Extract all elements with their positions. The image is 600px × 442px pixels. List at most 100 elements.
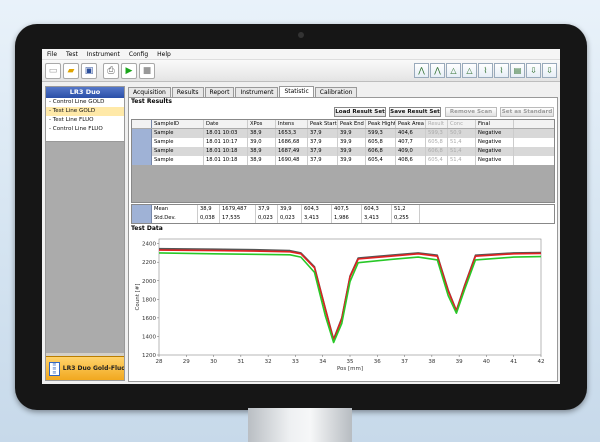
tool-button-7[interactable]: ▤ <box>510 63 525 78</box>
load-result-set-button[interactable]: Load Result Set <box>334 107 386 117</box>
test-data-title: Test Data <box>131 225 163 232</box>
stats-cell: 37,9 <box>256 205 278 214</box>
column-header: Conc <box>448 120 476 128</box>
document-tool-icon: ▤ <box>513 66 522 75</box>
set-as-standard-button[interactable]: Set as Standard <box>500 107 554 117</box>
x-tick-label: 33 <box>292 359 299 365</box>
tab-acquisition[interactable]: Acquisition <box>128 87 171 97</box>
table-cell: 407,7 <box>396 138 426 147</box>
menu-config[interactable]: Config <box>129 51 148 58</box>
stop-button[interactable]: ■ <box>139 62 155 79</box>
row-selector[interactable] <box>132 129 152 138</box>
column-header: Peak Area <box>396 120 426 128</box>
menu-bar: File Test Instrument Config Help <box>42 49 560 60</box>
statistics-table: Mean 38,9 1679,487 37,9 39,9 604,3 407,5 604,3 5… <box>131 204 555 224</box>
analysis-toolbar: ⋀ ⋀ △ △ ⌇ ⌇ ▤ ⇩ ⇩ <box>414 63 557 78</box>
stats-row: Std.Dev. 0,038 17,535 0,023 0,023 3,413 1,986 3… <box>132 214 554 223</box>
row-selector[interactable] <box>132 138 152 147</box>
tab-results[interactable]: Results <box>171 87 204 97</box>
toolbar: ▭ ▰ ▣ ⎙ ▶ ■ ⋀ ⋀ △ △ ⌇ ⌇ ▤ ⇩ ⇩ <box>42 60 560 82</box>
stats-cell: 51,2 <box>392 205 420 214</box>
y-tick-label: 2000 <box>142 279 156 285</box>
tab-calibration[interactable]: Calibration <box>314 87 358 97</box>
table-row[interactable]: Sample 18.01 10:17 39,0 1686,68 37,9 39,9 605,… <box>132 138 554 147</box>
stats-cell: 0,023 <box>278 214 302 223</box>
x-tick-label: 39 <box>456 359 463 365</box>
test-line-item[interactable]: - Test Line FLUO <box>46 116 124 125</box>
column-header: Peak End <box>338 120 366 128</box>
table-cell: 39,9 <box>338 147 366 156</box>
table-cell: 38,9 <box>248 156 276 165</box>
tab-statistic[interactable]: Statistic <box>279 86 314 97</box>
menu-instrument[interactable]: Instrument <box>87 51 120 58</box>
left-panel-title: LR3 Duo <box>46 87 124 98</box>
table-cell: 37,9 <box>308 138 338 147</box>
new-file-button[interactable]: ▭ <box>45 62 61 79</box>
y-axis-label: Count [#] <box>135 284 141 311</box>
table-cell: Sample <box>152 129 204 138</box>
play-icon: ▶ <box>125 65 133 76</box>
stats-cell: 39,9 <box>278 205 302 214</box>
column-header: Date <box>204 120 248 128</box>
graph-tool-icon: ⌇ <box>483 66 488 75</box>
menu-file[interactable]: File <box>47 51 57 58</box>
tool-button-3[interactable]: △ <box>446 63 461 78</box>
table-cell: 404,6 <box>396 129 426 138</box>
table-cell: Sample <box>152 156 204 165</box>
test-results-title: Test Results <box>131 98 172 105</box>
open-folder-button[interactable]: ▰ <box>63 62 79 79</box>
row-selector[interactable] <box>132 147 152 156</box>
device-selector[interactable]: ≡ ≡ ≡ LR3 Duo Gold-Fluo <box>46 356 124 380</box>
table-row[interactable]: Sample 18.01 10:18 38,9 1687,49 37,9 39,9 606,… <box>132 147 554 156</box>
tool-button-2[interactable]: ⋀ <box>430 63 445 78</box>
stats-row: Mean 38,9 1679,487 37,9 39,9 604,3 407,5 604,3 5… <box>132 205 554 214</box>
stats-cell: Mean <box>152 205 198 214</box>
x-tick-label: 34 <box>319 359 326 365</box>
table-cell: 409,0 <box>396 147 426 156</box>
stats-cell: 3,413 <box>302 214 332 223</box>
stats-cell: 0,023 <box>256 214 278 223</box>
test-line-item[interactable]: - Control Line GOLD <box>46 98 124 107</box>
x-tick-label: 40 <box>483 359 490 365</box>
table-row[interactable]: Sample 18.01 10:18 38,9 1690,48 37,9 39,9 605,… <box>132 156 554 165</box>
menu-help[interactable]: Help <box>157 51 171 58</box>
save-result-set-button[interactable]: Save Result Set <box>389 107 441 117</box>
table-cell: 1653,3 <box>276 129 308 138</box>
row-selector[interactable] <box>132 156 152 165</box>
print-button[interactable]: ⎙ <box>103 62 119 79</box>
table-cell: 50,9 <box>448 129 476 138</box>
curve-tool-icon: ⋀ <box>418 66 425 75</box>
x-tick-label: 30 <box>210 359 217 365</box>
save-button[interactable]: ▣ <box>81 62 97 79</box>
tab-report[interactable]: Report <box>204 87 235 97</box>
test-line-item[interactable]: - Test Line GOLD <box>46 107 124 116</box>
x-tick-label: 37 <box>401 359 408 365</box>
tool-button-4[interactable]: △ <box>462 63 477 78</box>
table-row[interactable]: Sample 18.01 10:03 38,9 1653,3 37,9 39,9 599,3… <box>132 129 554 138</box>
column-header: Peak Hight <box>368 120 396 128</box>
stats-cell: 17,535 <box>220 214 256 223</box>
folder-icon: ▰ <box>67 65 75 76</box>
tool-button-9[interactable]: ⇩ <box>542 63 557 78</box>
table-cell: 39,0 <box>248 138 276 147</box>
tool-button-6[interactable]: ⌇ <box>494 63 509 78</box>
run-button[interactable]: ▶ <box>121 62 137 79</box>
tab-instrument[interactable]: Instrument <box>235 87 279 97</box>
test-line-item[interactable]: - Control Line FLUO <box>46 125 124 134</box>
tool-button-8[interactable]: ⇩ <box>526 63 541 78</box>
y-tick-label: 1400 <box>142 334 156 340</box>
table-cell: 606,8 <box>426 147 448 156</box>
remove-scan-button[interactable]: Remove Scan <box>445 107 497 117</box>
column-header: SampleID <box>152 120 204 128</box>
x-axis-label: Pos [mm] <box>337 366 363 372</box>
menu-test[interactable]: Test <box>66 51 78 58</box>
table-cell: 18.01 10:18 <box>204 156 248 165</box>
column-header: XPos <box>248 120 276 128</box>
peak-tool-icon: △ <box>450 66 457 75</box>
tool-button-5[interactable]: ⌇ <box>478 63 493 78</box>
device-label: LR3 Duo Gold-Fluo <box>62 365 124 372</box>
tool-button-1[interactable]: ⋀ <box>414 63 429 78</box>
column-header: Intens <box>276 120 308 128</box>
table-cell: 38,9 <box>248 129 276 138</box>
y-tick-label: 1600 <box>142 316 156 322</box>
